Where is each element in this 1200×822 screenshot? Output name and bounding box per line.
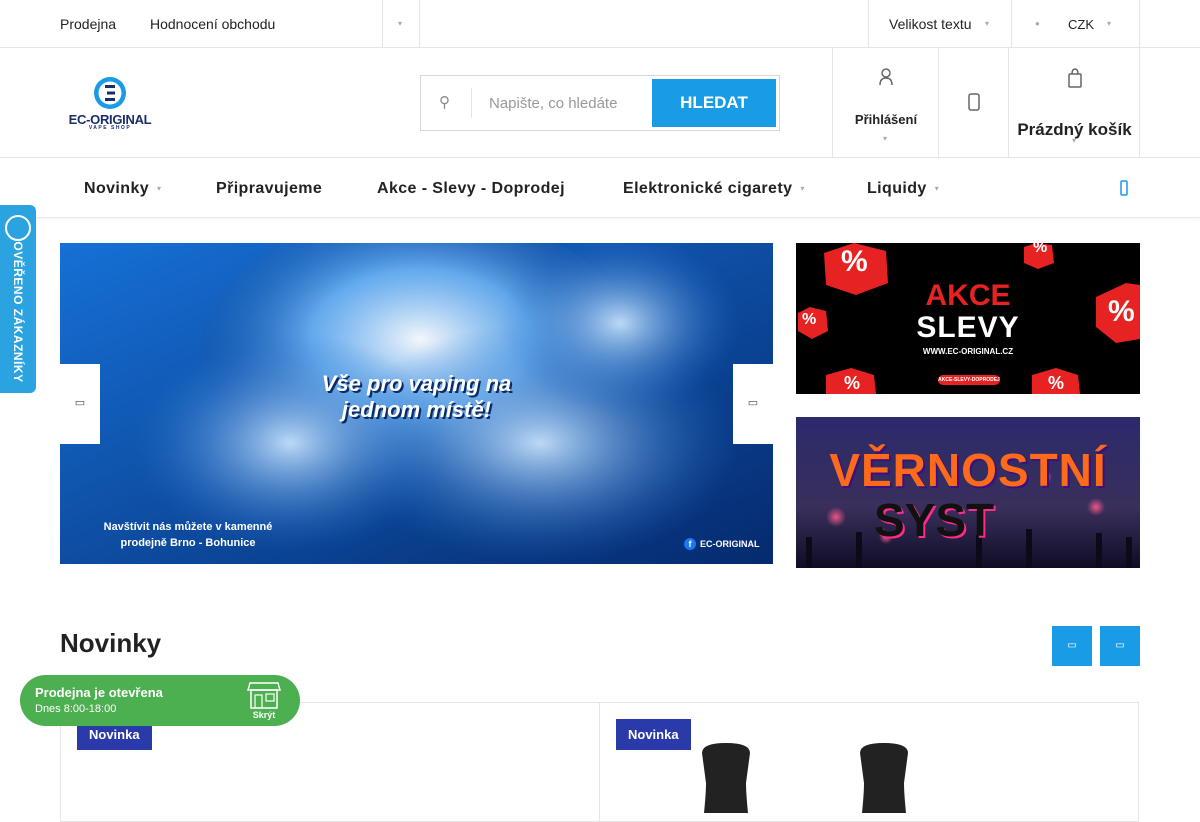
carousel-prev-button[interactable]: ▭ (1052, 626, 1092, 666)
nav-item-novinky[interactable]: Novinky ▾ (84, 180, 161, 198)
store-status-widget[interactable]: Prodejna je otevřena Dnes 8:00-18:00 Skr… (20, 675, 300, 726)
chevron-down-icon: ▾ (985, 19, 990, 28)
percent-badge: % (844, 373, 861, 393)
top-link-reviews[interactable]: Hodnocení obchodu (150, 16, 275, 32)
loyalty-line-1: VĚRNOSTNÍ (829, 444, 1107, 496)
arrow-left-icon: ▭ (1067, 640, 1077, 651)
product-card[interactable]: Novinka (599, 702, 1139, 822)
percent-badge: % (1033, 243, 1048, 256)
section-title: Novinky (60, 628, 162, 658)
loyalty-line-2: SYST (874, 494, 995, 546)
divider (1139, 0, 1140, 48)
nav-label: Novinky (84, 180, 150, 197)
search-box: ⚲ HLEDAT (420, 75, 780, 131)
slider-next-button[interactable]: ▭ (733, 364, 773, 444)
currency-icon: ● (1035, 19, 1040, 28)
hero-headline-2: jednom místě! (341, 397, 492, 422)
chevron-down-icon: ▾ (934, 184, 940, 194)
chevron-down-icon: ▾ (1107, 19, 1112, 28)
carousel-next-button[interactable]: ▭ (1100, 626, 1140, 666)
top-link-store[interactable]: Prodejna (60, 16, 116, 32)
arrow-left-icon: ▭ (74, 397, 86, 409)
slider-prev-button[interactable]: ▭ (60, 364, 100, 444)
nav-item-ecigarety[interactable]: Elektronické cigarety ▾ (623, 180, 805, 198)
cart-icon (1068, 68, 1082, 88)
nav-more-icon[interactable] (1119, 180, 1129, 196)
top-bar: Prodejna Hodnocení obchodu ▾ Velikost te… (0, 0, 1200, 48)
divider (471, 88, 472, 118)
nav-label: Připravujeme (216, 180, 323, 197)
store-hours: Dnes 8:00-18:00 (35, 703, 117, 715)
chevron-down-icon: ▾ (1072, 136, 1077, 145)
verified-label: OVĚŘENO ZÁKAZNÍKY (11, 241, 25, 383)
sale-line-1: AKCE (925, 279, 1011, 312)
divider (419, 0, 420, 48)
hero-sub-1: Navštívit nás můžete v kamenné (103, 521, 273, 533)
search-button[interactable]: HLEDAT (652, 79, 776, 127)
nav-item-liquidy[interactable]: Liquidy ▾ (867, 180, 939, 198)
divider (1011, 0, 1012, 48)
chevron-down-icon: ▾ (157, 184, 162, 194)
nav-label: Elektronické cigarety (623, 180, 793, 197)
wishlist-button[interactable] (938, 48, 1009, 158)
logo[interactable]: EC-ORIGINAL VAPE SHOP (66, 76, 154, 132)
hero-brand: EC-ORIGINAL (700, 539, 760, 549)
nav-item-akce[interactable]: Akce - Slevy - Doprodej (377, 180, 565, 198)
main-nav: Novinky ▾ Připravujeme Akce - Slevy - Dop… (0, 158, 1200, 218)
user-icon (879, 68, 893, 86)
hero-headline-1: Vše pro vaping na (321, 371, 512, 396)
search-input[interactable] (481, 84, 651, 122)
banner-sale[interactable]: % % % % % % AKCE SLEVY WWW.EC-ORIGINAL.C… (796, 243, 1140, 394)
chevron-down-icon: ▾ (883, 134, 888, 143)
facebook-icon: f (684, 538, 696, 550)
hero-sub-2: prodejně Brno - Bohunice (120, 537, 256, 549)
divider (382, 0, 383, 48)
hero-slider[interactable]: Vše pro vaping na jednom místě! Navštívi… (60, 243, 773, 564)
font-size-toggle[interactable]: Velikost textu (889, 16, 972, 32)
heart-icon (968, 93, 980, 111)
login-button[interactable]: Přihlášení ▾ (832, 48, 939, 158)
store-status-title: Prodejna je otevřena (35, 685, 163, 700)
arrow-right-icon: ▭ (1115, 640, 1125, 651)
login-label: Přihlášení (854, 112, 918, 127)
product-image (702, 743, 908, 813)
nav-label: Akce - Slevy - Doprodej (377, 180, 565, 197)
nav-item-pripravujeme[interactable]: Připravujeme (216, 180, 322, 198)
sale-pill: AKCE-SLEVY-DOPRODEJ (938, 375, 1000, 385)
verified-customers-badge[interactable]: OVĚŘENO ZÁKAZNÍKY (0, 205, 36, 393)
arrow-right-icon: ▭ (747, 397, 759, 409)
cart-button[interactable]: Prázdný košík ▾ (1008, 48, 1140, 158)
banner-loyalty[interactable]: VĚRNOSTNÍ SYST (796, 417, 1140, 568)
chevron-down-icon: ▾ (800, 184, 805, 194)
logo-tagline: VAPE SHOP (88, 125, 132, 131)
product-tag: Novinka (616, 719, 691, 750)
hide-button[interactable]: Skrýt (244, 710, 284, 720)
search-icon: ⚲ (439, 94, 450, 111)
percent-badge: % (841, 245, 868, 278)
percent-badge: % (1048, 373, 1065, 393)
nav-label: Liquidy (867, 180, 927, 197)
sale-url: WWW.EC-ORIGINAL.CZ (922, 347, 1014, 356)
currency-select[interactable]: CZK (1068, 17, 1094, 32)
divider (868, 0, 869, 48)
more-chevron-icon[interactable]: ▾ (398, 19, 402, 28)
sale-line-2: SLEVY (916, 311, 1020, 344)
store-icon (247, 682, 281, 709)
